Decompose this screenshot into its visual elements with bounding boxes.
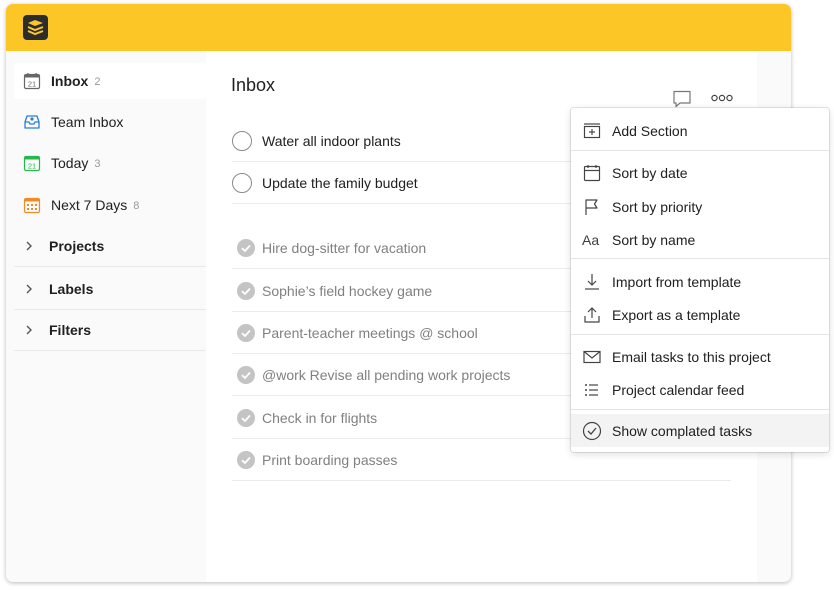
- menu-item-calendar-feed[interactable]: Project calendar feed: [571, 373, 829, 406]
- menu-item-label: Project calendar feed: [612, 381, 745, 398]
- menu-item-show-completed[interactable]: Show complated tasks: [571, 414, 829, 447]
- menu-item-label: Email tasks to this project: [612, 348, 771, 365]
- completed-check-icon[interactable]: [237, 366, 255, 384]
- next-7-days-icon: [23, 197, 41, 214]
- flag-icon: [585, 198, 598, 215]
- menu-item-label: Sort by name: [612, 231, 696, 248]
- upload-icon: [584, 306, 600, 323]
- menu-divider: [571, 150, 829, 151]
- menu-item-label: Sort by priority: [612, 198, 703, 215]
- menu-divider: [571, 334, 829, 335]
- task-checkbox[interactable]: [232, 173, 252, 193]
- menu-item-sort-by-name[interactable]: Aa Sort by name: [571, 223, 829, 256]
- task-text: Hire dog-sitter for vacation: [262, 240, 427, 256]
- completed-check-icon[interactable]: [237, 239, 255, 257]
- menu-item-add-section[interactable]: Add Section: [571, 114, 829, 147]
- sidebar-item-label: Team Inbox: [51, 114, 124, 130]
- inbox-icon: 21: [23, 73, 41, 90]
- task-text: Update the family budget: [262, 175, 418, 191]
- completed-check-icon[interactable]: [237, 409, 255, 427]
- list-icon: [585, 383, 598, 396]
- task-checkbox[interactable]: [232, 131, 252, 151]
- inbox-icon-day: 21: [28, 80, 36, 89]
- comment-icon[interactable]: [672, 89, 692, 109]
- sidebar-item-today[interactable]: 21 Today 3: [14, 145, 206, 181]
- sidebar-item-count: 3: [94, 158, 101, 170]
- sidebar-item-count: 2: [94, 76, 101, 88]
- task-text: Parent-teacher meetings @ school: [262, 325, 478, 341]
- page-title: Inbox: [231, 75, 276, 95]
- today-icon-day: 21: [28, 162, 36, 171]
- menu-item-label: Export as a template: [612, 306, 741, 323]
- sidebar-item-inbox[interactable]: 21 Inbox 2: [14, 63, 206, 99]
- task-text: @work Revise all pending work projects: [262, 367, 511, 383]
- sidebar-group-label: Projects: [49, 238, 105, 254]
- menu-divider: [571, 409, 829, 410]
- calendar-icon: [583, 164, 601, 181]
- sidebar: 21 Inbox 2 Team Inbox 21 Today 3 Next 7 …: [6, 51, 206, 582]
- menu-item-label: Add Section: [612, 122, 688, 139]
- sidebar-item-next-7-days[interactable]: Next 7 Days 8: [14, 187, 206, 223]
- more-options-icon[interactable]: [711, 92, 733, 104]
- sidebar-item-count: 8: [133, 200, 140, 212]
- sidebar-item-label: Today: [51, 155, 89, 171]
- top-bar: [6, 4, 791, 51]
- chevron-right-icon: [26, 325, 32, 335]
- menu-item-email-tasks[interactable]: Email tasks to this project: [571, 340, 829, 373]
- chevron-right-icon: [26, 241, 32, 251]
- sidebar-group-projects[interactable]: Projects: [14, 226, 206, 267]
- menu-item-sort-by-priority[interactable]: Sort by priority: [571, 190, 829, 223]
- completed-check-icon[interactable]: [237, 324, 255, 342]
- sidebar-group-labels[interactable]: Labels: [14, 269, 206, 310]
- task-text: Sophie’s field hockey game: [262, 283, 433, 299]
- sidebar-group-label: Filters: [49, 322, 92, 338]
- download-icon: [585, 273, 599, 290]
- task-text: Check in for flights: [262, 410, 378, 426]
- chevron-right-icon: [26, 284, 32, 294]
- mail-icon: [583, 350, 601, 363]
- menu-item-sort-by-date[interactable]: Sort by date: [571, 156, 829, 189]
- completed-check-icon[interactable]: [237, 282, 255, 300]
- sidebar-group-filters[interactable]: Filters: [14, 310, 206, 351]
- completed-check-icon[interactable]: [237, 451, 255, 469]
- sidebar-item-label: Next 7 Days: [51, 197, 128, 213]
- menu-item-label: Sort by date: [612, 164, 688, 181]
- project-options-menu: Add Section Sort by date Sort by priorit…: [571, 108, 829, 452]
- menu-item-label: Show complated tasks: [612, 422, 753, 439]
- check-circle-icon: [582, 421, 602, 440]
- todoist-logo-icon[interactable]: [23, 15, 48, 40]
- today-calendar-icon: 21: [23, 155, 41, 172]
- add-section-icon: [583, 122, 601, 138]
- sidebar-group-label: Labels: [49, 281, 94, 297]
- menu-item-label: Import from template: [612, 273, 742, 290]
- task-text: Print boarding passes: [262, 452, 398, 468]
- sidebar-item-label: Inbox: [51, 73, 89, 89]
- menu-divider: [571, 258, 829, 259]
- sidebar-item-team-inbox[interactable]: Team Inbox: [14, 104, 206, 140]
- task-text: Water all indoor plants: [262, 133, 401, 149]
- text-aa-icon: Aa: [582, 231, 600, 248]
- menu-item-export-template[interactable]: Export as a template: [571, 298, 829, 331]
- team-inbox-icon: [24, 115, 40, 129]
- menu-item-import-template[interactable]: Import from template: [571, 265, 829, 298]
